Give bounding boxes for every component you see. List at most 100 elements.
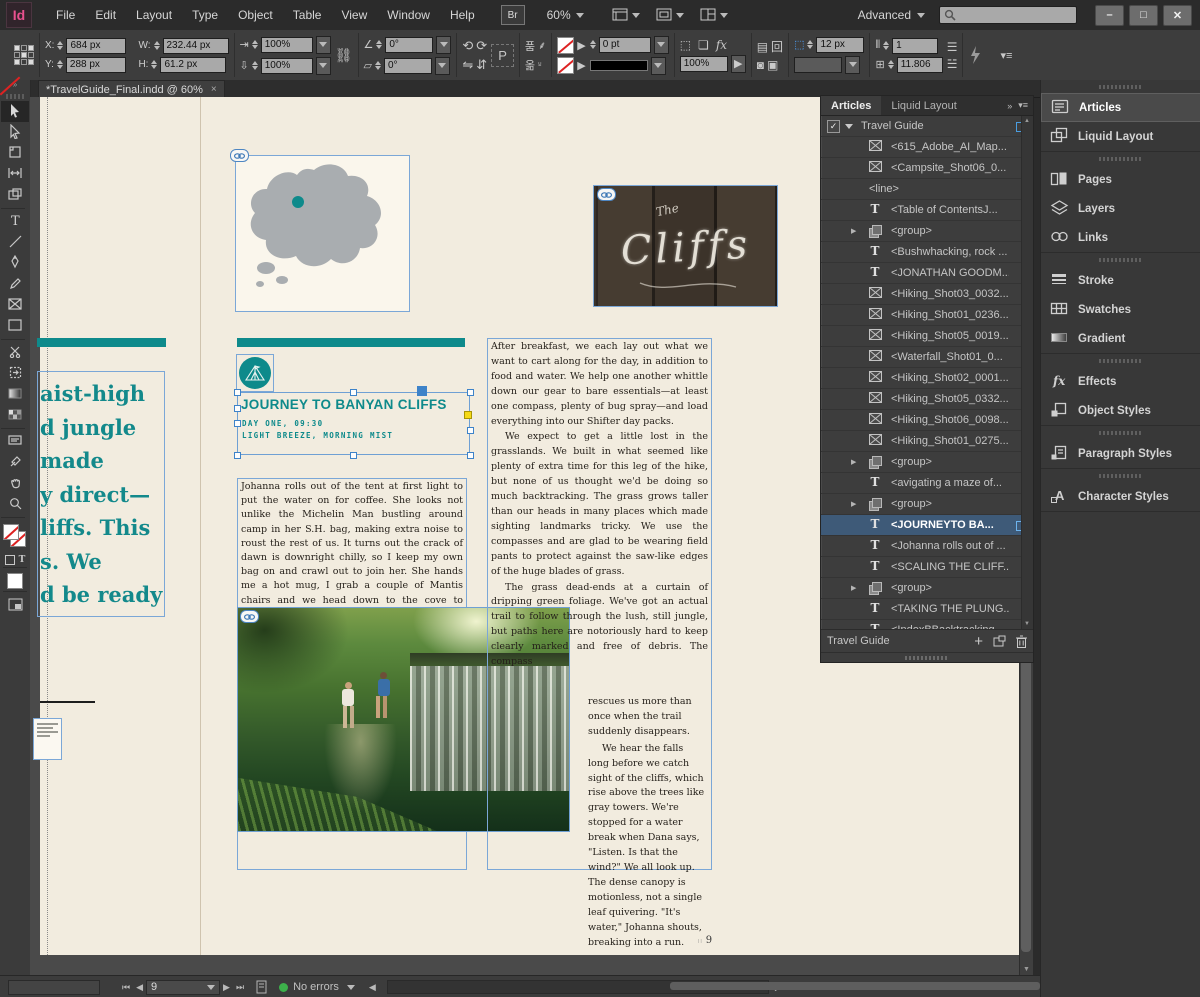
formatting-text-icon[interactable]: T bbox=[19, 555, 26, 565]
article-item-row[interactable]: ▶<group> bbox=[821, 221, 1033, 242]
flip-vertical-icon[interactable]: ⇵ bbox=[476, 57, 487, 73]
dock-grip[interactable] bbox=[1041, 80, 1200, 93]
chevron-down-icon[interactable] bbox=[435, 57, 450, 75]
dock-item-links[interactable]: Links bbox=[1041, 223, 1200, 252]
frame-tool[interactable] bbox=[1, 295, 29, 316]
article-item-row[interactable]: ▶<group> bbox=[821, 452, 1033, 473]
article-item-row[interactable]: <Hiking_Shot05_0332... bbox=[821, 389, 1033, 410]
effects-icon[interactable]: fx bbox=[716, 38, 727, 52]
panel-resize-grip[interactable] bbox=[821, 652, 1033, 662]
corner-size-stepper[interactable] bbox=[807, 40, 813, 49]
selection-handle[interactable] bbox=[350, 389, 357, 396]
dock-item-paragraph-styles[interactable]: Paragraph Styles bbox=[1041, 439, 1200, 468]
map-frame[interactable] bbox=[235, 155, 410, 312]
article-item-row[interactable]: T<SCALING THE CLIFF... bbox=[821, 557, 1033, 578]
rotation-field[interactable]: 0° bbox=[385, 37, 433, 53]
arrange-documents-button[interactable] bbox=[700, 8, 728, 22]
columns-stepper[interactable] bbox=[883, 41, 889, 50]
article-item-row[interactable]: <Hiking_Shot05_0019... bbox=[821, 326, 1033, 347]
paragraph-align-icon[interactable]: ☰ bbox=[947, 40, 958, 54]
page-tool[interactable] bbox=[1, 143, 29, 164]
pen-tool[interactable] bbox=[1, 253, 29, 274]
shear-stepper[interactable] bbox=[375, 61, 381, 70]
expander-icon[interactable]: ▶ bbox=[851, 500, 856, 508]
dock-item-pages[interactable]: Pages bbox=[1041, 165, 1200, 194]
scale-y-stepper[interactable] bbox=[252, 61, 258, 70]
drop-shadow-icon[interactable]: ❏ bbox=[698, 38, 709, 52]
dock-item-layers[interactable]: Layers bbox=[1041, 194, 1200, 223]
minimize-button[interactable]: – bbox=[1095, 5, 1124, 26]
dock-item-liquid-layout[interactable]: Liquid Layout bbox=[1041, 122, 1200, 151]
width-field[interactable]: 232.44 px bbox=[163, 38, 229, 54]
stroke-weight-stepper[interactable] bbox=[590, 40, 596, 49]
stroke-none-swatch[interactable] bbox=[557, 57, 574, 74]
fill-swatch[interactable] bbox=[3, 524, 19, 540]
apply-none-swatch[interactable] bbox=[7, 573, 23, 589]
expander-icon[interactable]: ▶ bbox=[851, 227, 856, 235]
selection-handle[interactable] bbox=[467, 452, 474, 459]
dock-grip[interactable] bbox=[1041, 469, 1200, 482]
preview-mode-button[interactable] bbox=[1, 594, 29, 615]
eyedropper-tool[interactable] bbox=[1, 452, 29, 473]
small-caption-frame[interactable] bbox=[33, 718, 62, 760]
tab-liquid-layout[interactable]: Liquid Layout bbox=[881, 96, 966, 115]
new-article-button[interactable] bbox=[993, 635, 1006, 647]
gradient-tool[interactable] bbox=[1, 384, 29, 405]
expander-icon[interactable]: ▶ bbox=[851, 458, 856, 466]
selection-handle[interactable] bbox=[350, 452, 357, 459]
line-tool[interactable] bbox=[1, 232, 29, 253]
scale-x-field[interactable]: 100% bbox=[261, 37, 313, 53]
text-wrap-bounding-icon[interactable]: 回 bbox=[771, 38, 783, 55]
w-stepper[interactable] bbox=[154, 41, 160, 50]
badge-frame[interactable] bbox=[236, 354, 274, 392]
rotation-stepper[interactable] bbox=[376, 40, 382, 49]
dock-item-effects[interactable]: fxEffects bbox=[1041, 367, 1200, 396]
article-item-row-selected[interactable]: T<JOURNEYTO BA... bbox=[821, 515, 1033, 536]
view-options-button[interactable] bbox=[612, 8, 640, 22]
include-checkbox[interactable]: ✓ bbox=[827, 120, 840, 133]
flip-horizontal-icon[interactable]: ⇋ bbox=[462, 57, 473, 73]
text-wrap-jump-icon[interactable]: ▣ bbox=[767, 58, 778, 72]
horizontal-scrollbar[interactable] bbox=[387, 980, 769, 994]
menu-help[interactable]: Help bbox=[440, 8, 485, 22]
scroll-down-arrow[interactable]: ▼ bbox=[1023, 966, 1030, 973]
gutter-stepper[interactable] bbox=[888, 60, 894, 69]
panel-menu-icon[interactable]: ▾≡ bbox=[1000, 49, 1012, 62]
chevron-down-icon[interactable] bbox=[845, 56, 860, 74]
expander-icon[interactable] bbox=[845, 124, 853, 129]
tab-articles[interactable]: Articles bbox=[821, 96, 881, 115]
dock-item-stroke[interactable]: Stroke bbox=[1041, 266, 1200, 295]
selection-handle-active[interactable] bbox=[417, 386, 427, 396]
pencil-tool[interactable] bbox=[1, 274, 29, 295]
scroll-left-arrow[interactable]: ◀ bbox=[369, 982, 376, 993]
panel-menu-icon[interactable]: ▾≡ bbox=[1018, 100, 1028, 111]
reference-point-proxy[interactable] bbox=[0, 33, 40, 77]
rule-line[interactable] bbox=[40, 701, 95, 703]
y-field[interactable]: 288 px bbox=[66, 57, 126, 73]
hand-tool[interactable] bbox=[1, 473, 29, 494]
quick-apply-icon[interactable] bbox=[968, 45, 982, 65]
corner-size-field[interactable]: 12 px bbox=[816, 37, 864, 53]
next-page-button[interactable]: ▶ bbox=[223, 982, 230, 993]
add-article-button[interactable]: + bbox=[974, 633, 983, 650]
menu-object[interactable]: Object bbox=[228, 8, 283, 22]
screen-mode-button[interactable] bbox=[656, 8, 684, 22]
menu-window[interactable]: Window bbox=[377, 8, 440, 22]
first-page-button[interactable]: ⏮ bbox=[122, 982, 130, 993]
article-item-row[interactable]: <Hiking_Shot01_0236... bbox=[821, 305, 1033, 326]
opacity-field[interactable]: 100% bbox=[680, 56, 728, 72]
dock-item-swatches[interactable]: Swatches bbox=[1041, 295, 1200, 324]
selection-handle[interactable] bbox=[234, 405, 241, 412]
article-item-row[interactable]: T<Johanna rolls out of ... bbox=[821, 536, 1033, 557]
text-wrap-object-icon[interactable]: ◙ bbox=[757, 58, 764, 72]
y-stepper[interactable] bbox=[57, 60, 63, 69]
distribute-left-icon[interactable]: ⸙ bbox=[538, 38, 546, 53]
stroke-weight-field[interactable]: 0 pt bbox=[599, 37, 651, 53]
fill-stroke-indicator[interactable] bbox=[2, 523, 28, 553]
article-item-row[interactable]: <Waterfall_Shot01_0... bbox=[821, 347, 1033, 368]
zoom-tool[interactable] bbox=[1, 494, 29, 515]
chevron-down-icon[interactable] bbox=[316, 57, 331, 75]
close-button[interactable]: ✕ bbox=[1163, 5, 1192, 26]
formatting-container-icon[interactable] bbox=[5, 555, 15, 565]
align-icon[interactable]: 품 bbox=[525, 38, 535, 54]
